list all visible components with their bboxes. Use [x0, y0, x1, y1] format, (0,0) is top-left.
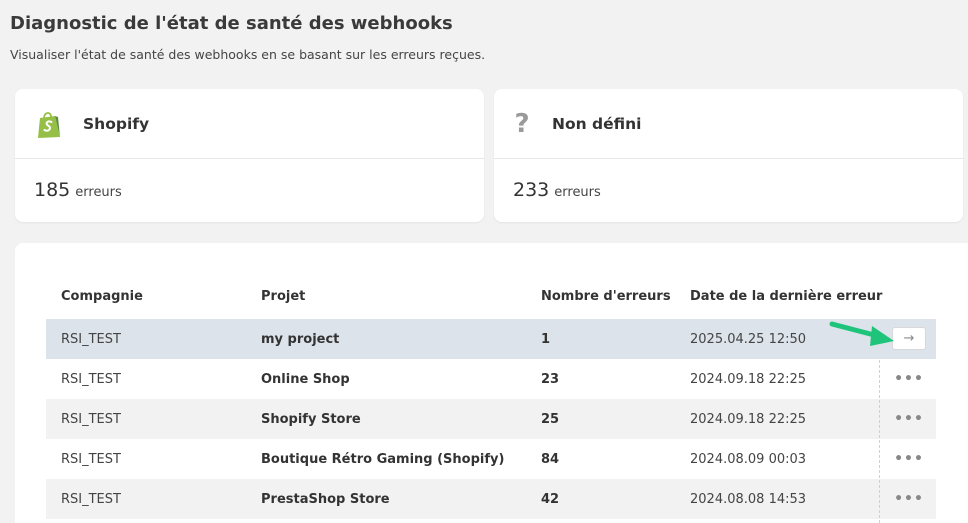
row-project: Shopify Store — [261, 412, 361, 427]
card-body: 233 erreurs — [494, 159, 963, 221]
more-options-icon[interactable]: ••• — [892, 447, 926, 470]
shopify-card[interactable]: Shopify 185 erreurs — [15, 89, 484, 222]
header-error-count[interactable]: Nombre d'erreurs — [541, 289, 671, 304]
row-company: RSI_TEST — [61, 412, 121, 427]
card-body: 185 erreurs — [15, 159, 484, 221]
row-error-count: 25 — [541, 412, 560, 427]
row-error-count: 84 — [541, 452, 560, 467]
row-project: Boutique Rétro Gaming (Shopify) — [261, 452, 505, 467]
row-last-error-date: 2024.09.18 22:25 — [690, 412, 807, 427]
row-last-error-date: 2025.04.25 12:50 — [690, 332, 807, 347]
error-unit: erreurs — [75, 185, 122, 200]
page-subtitle: Visualiser l'état de santé des webhooks … — [10, 47, 486, 62]
row-project: Online Shop — [261, 372, 350, 387]
row-last-error-date: 2024.08.08 14:53 — [690, 492, 807, 507]
table-header: Compagnie Projet Nombre d'erreurs Date d… — [46, 283, 936, 311]
row-company: RSI_TEST — [61, 332, 121, 347]
page-title: Diagnostic de l'état de santé des webhoo… — [10, 13, 453, 34]
error-count: 185 — [34, 179, 71, 201]
row-company: RSI_TEST — [61, 372, 121, 387]
table-row[interactable]: RSI_TEST Shopify Store 25 2024.09.18 22:… — [46, 399, 936, 439]
undefined-card[interactable]: ? Non défini 233 erreurs — [494, 89, 963, 222]
row-error-count: 1 — [541, 332, 551, 347]
question-mark-icon: ? — [514, 108, 530, 139]
table-row[interactable]: RSI_TEST my project 1 2025.04.25 12:50 → — [46, 319, 936, 359]
row-error-count: 23 — [541, 372, 560, 387]
row-project: my project — [261, 332, 340, 347]
row-error-count: 42 — [541, 492, 560, 507]
row-project: PrestaShop Store — [261, 492, 390, 507]
more-options-icon[interactable]: ••• — [892, 407, 926, 430]
card-title: Non défini — [552, 114, 642, 133]
card-title: Shopify — [83, 114, 150, 133]
more-options-icon[interactable]: ••• — [892, 487, 926, 510]
annotation-arrow-icon — [829, 321, 894, 346]
table-row[interactable]: RSI_TEST Online Shop 23 2024.09.18 22:25… — [46, 359, 936, 399]
error-count: 233 — [513, 179, 550, 201]
shopify-card-header: Shopify — [15, 89, 484, 159]
actions-column-divider — [879, 360, 880, 523]
error-unit: erreurs — [554, 185, 601, 200]
header-company[interactable]: Compagnie — [61, 289, 143, 304]
undefined-card-header: ? Non défini — [494, 89, 963, 159]
table-row[interactable]: RSI_TEST PrestaShop Store 42 2024.08.08 … — [46, 479, 936, 519]
header-last-error-date[interactable]: Date de la dernière erreur — [690, 289, 882, 304]
more-options-icon[interactable]: ••• — [892, 367, 926, 390]
shopify-bag-icon — [38, 111, 60, 138]
header-project[interactable]: Projet — [261, 289, 305, 304]
row-last-error-date: 2024.09.18 22:25 — [690, 372, 807, 387]
row-company: RSI_TEST — [61, 452, 121, 467]
webhooks-table-panel: Compagnie Projet Nombre d'erreurs Date d… — [15, 243, 968, 523]
table-row[interactable]: RSI_TEST Boutique Rétro Gaming (Shopify)… — [46, 439, 936, 479]
row-last-error-date: 2024.08.09 00:03 — [690, 452, 807, 467]
row-company: RSI_TEST — [61, 492, 121, 507]
